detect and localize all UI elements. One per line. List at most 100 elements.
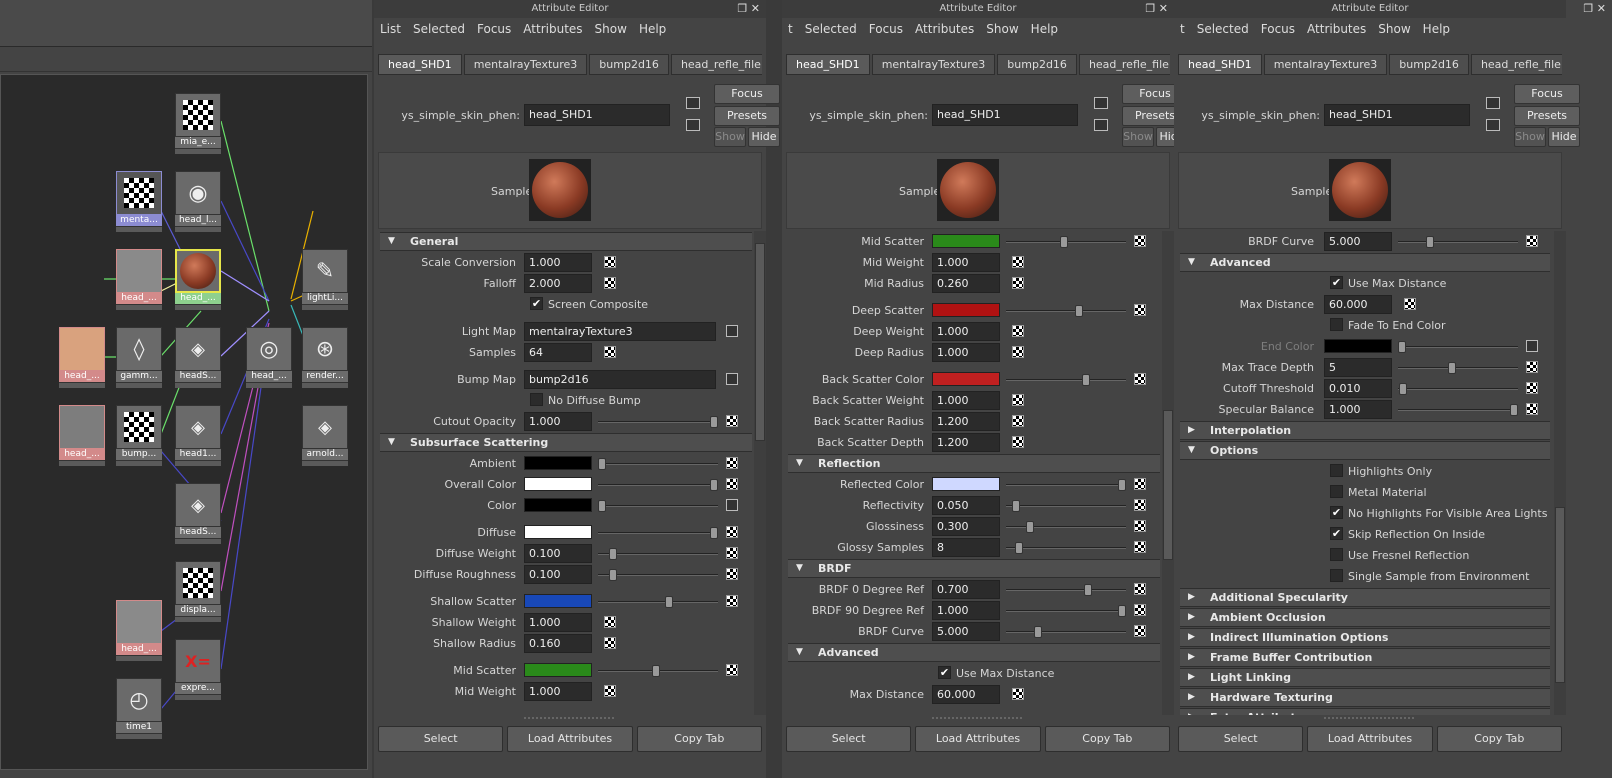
node-port-bar[interactable] [302,304,348,310]
map-texture-icon[interactable] [1012,415,1024,427]
menu-item[interactable]: Help [1423,22,1450,36]
map-texture-icon[interactable] [726,526,738,538]
section-header-advanced[interactable]: ▼ Advanced [1180,253,1550,272]
tab-node[interactable]: head_refle_file [670,54,762,75]
attribute-slider[interactable] [1006,626,1126,638]
hypershade-node[interactable]: head_... [59,405,105,466]
attribute-slider[interactable] [598,479,718,491]
section-header-ambient-occlusion[interactable]: ▶ Ambient Occlusion [1180,608,1550,627]
connection-field[interactable]: bump2d16 [524,370,716,389]
tab-node[interactable]: head_refle_file [1078,54,1170,75]
attribute-value-field[interactable]: 0.160 [524,634,592,653]
copy-tab-button[interactable]: Copy Tab [636,726,762,752]
hypershade-node[interactable]: ◉ head_l... [175,171,221,232]
attribute-value-field[interactable]: 1.000 [524,253,592,272]
map-texture-icon[interactable] [726,547,738,559]
presets-button[interactable]: Presets [714,106,780,126]
navigate-connection-icon[interactable] [726,325,738,337]
slider-handle[interactable] [665,596,674,608]
menu-item[interactable]: Help [1031,22,1058,36]
connection-field[interactable]: mentalrayTexture3 [524,322,716,341]
menu-item[interactable]: Attributes [1307,22,1366,36]
checkbox[interactable] [530,393,543,406]
slider-handle[interactable] [710,527,718,539]
expanded-triangle-icon[interactable]: ▼ [796,644,803,661]
attribute-slider[interactable] [598,416,718,428]
menu-item[interactable]: Show [1378,22,1410,36]
collapsed-triangle-icon[interactable]: ▶ [1188,669,1195,686]
attribute-value-field[interactable]: 1.000 [524,682,592,701]
map-texture-icon[interactable] [1134,541,1146,553]
color-swatch[interactable] [932,477,1000,491]
slider-handle[interactable] [710,479,718,491]
menu-item[interactable]: t [1180,22,1185,36]
hypershade-node[interactable]: ◎ head_... [246,327,292,388]
node-port-bar[interactable] [302,460,348,466]
node-port-bar[interactable] [59,460,105,466]
tab-node[interactable]: mentalrayTexture3 [1263,54,1388,75]
output-connections-icon[interactable] [1094,119,1108,131]
slider-handle[interactable] [1084,584,1093,596]
load-attributes-button[interactable]: Load Attributes [915,726,1041,752]
focus-button[interactable]: Focus [1514,84,1580,104]
attribute-value-field[interactable]: 1.000 [524,613,592,632]
hypershade-node[interactable]: ◈ headS... [175,327,221,388]
color-swatch[interactable] [524,663,592,677]
attribute-slider[interactable] [598,665,718,677]
hypershade-node[interactable]: bump... [116,405,162,466]
collapsed-triangle-icon[interactable]: ▶ [1188,649,1195,666]
menu-item[interactable]: Selected [805,22,857,36]
slider-handle[interactable] [1075,305,1084,317]
hypershade-node[interactable]: ✎ lightLi... [302,249,348,310]
navigate-connection-icon[interactable] [1526,340,1538,352]
attribute-value-field[interactable]: 64 [524,343,592,362]
hypershade-node[interactable]: X= expre... [175,639,221,700]
collapsed-triangle-icon[interactable]: ▶ [1188,609,1195,626]
map-texture-icon[interactable] [726,478,738,490]
attribute-value-field[interactable]: 1.000 [932,253,1000,272]
map-texture-icon[interactable] [1012,394,1024,406]
hypershade-node[interactable]: displa... [175,561,221,622]
attribute-slider[interactable] [598,458,718,470]
resize-grip[interactable] [524,717,614,721]
attribute-value-field[interactable]: 1.000 [932,601,1000,620]
node-port-bar[interactable] [116,382,162,388]
hypershade-node[interactable]: head_... [116,249,162,310]
map-texture-icon[interactable] [1526,361,1538,373]
color-swatch[interactable] [524,594,592,608]
menu-item[interactable]: t [788,22,793,36]
select-button[interactable]: Select [378,726,504,752]
scrollbar-thumb[interactable] [1555,507,1565,683]
node-port-bar[interactable] [175,460,221,466]
section-header-light-linking[interactable]: ▶ Light Linking [1180,668,1550,687]
expanded-triangle-icon[interactable]: ▼ [388,233,395,250]
color-swatch[interactable] [524,525,592,539]
attribute-value-field[interactable]: 2.000 [524,274,592,293]
map-texture-icon[interactable] [726,595,738,607]
load-attributes-button[interactable]: Load Attributes [507,726,633,752]
resize-grip[interactable] [1324,717,1414,721]
node-port-bar[interactable] [175,226,221,232]
node-name-field[interactable]: head_SHD1 [1324,104,1470,126]
checkbox[interactable] [1330,485,1343,498]
tab-node[interactable]: head_refle_file [1470,54,1562,75]
color-swatch[interactable] [1324,339,1392,353]
attribute-value-field[interactable]: 1.200 [932,433,1000,452]
input-connections-icon[interactable] [1486,97,1500,109]
attribute-value-field[interactable]: 1.000 [932,322,1000,341]
copy-tab-button[interactable]: Copy Tab [1436,726,1562,752]
attribute-slider[interactable] [1006,479,1126,491]
map-texture-icon[interactable] [1134,235,1146,247]
collapsed-triangle-icon[interactable]: ▶ [1188,689,1195,706]
attribute-slider[interactable] [1006,542,1126,554]
node-port-bar[interactable] [116,733,162,739]
slider-handle[interactable] [1034,626,1042,638]
node-port-bar[interactable] [116,460,162,466]
color-swatch[interactable] [524,456,592,470]
section-header-extra-attributes[interactable]: ▶ Extra Attributes [1180,708,1550,715]
attribute-value-field[interactable]: 0.260 [932,274,1000,293]
map-texture-icon[interactable] [604,616,616,628]
attribute-value-field[interactable]: 1.000 [1324,400,1392,419]
attribute-value-field[interactable]: 0.300 [932,517,1000,536]
section-header-hardware-texturing[interactable]: ▶ Hardware Texturing [1180,688,1550,707]
